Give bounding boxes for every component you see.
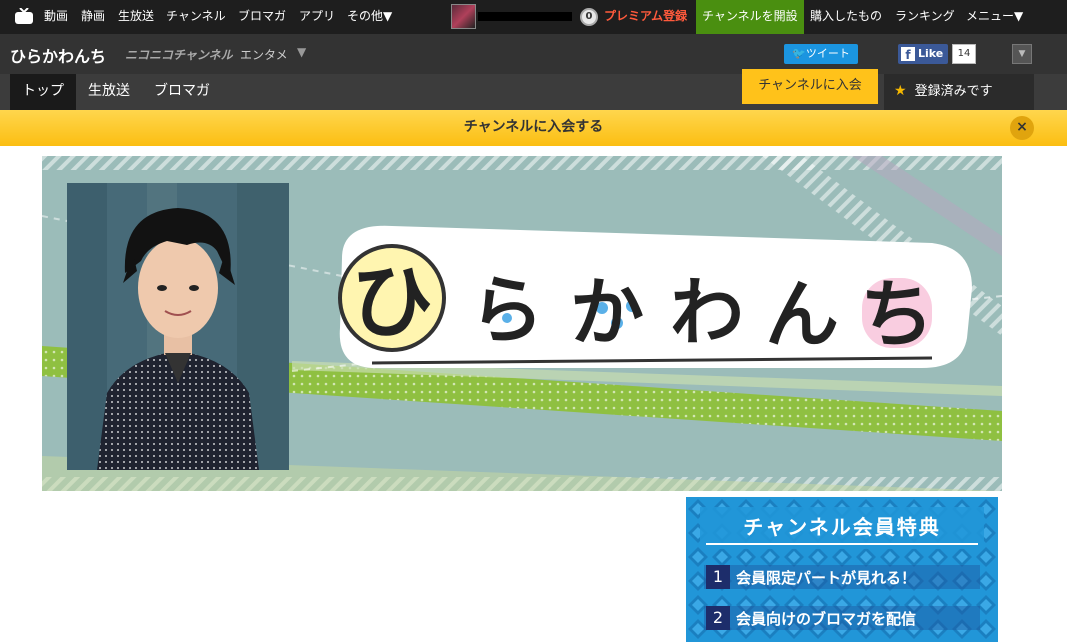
user-avatar[interactable] <box>451 4 476 29</box>
tab-live[interactable]: 生放送 <box>76 74 142 110</box>
star-icon: ★ <box>894 83 907 99</box>
logo-char-3: か <box>570 270 644 356</box>
nav-images[interactable]: 静画 <box>81 0 105 34</box>
category-dropdown-icon[interactable]: ▼ <box>297 45 306 59</box>
profile-photo <box>67 183 289 470</box>
niconico-channel-logo[interactable]: ニコニコチャンネル <box>125 46 233 63</box>
logo-char-4: わ <box>670 270 744 356</box>
points-badge[interactable]: 0 <box>580 8 598 26</box>
registered-label: 登録済みです <box>914 84 993 99</box>
close-icon[interactable]: × <box>1010 116 1034 140</box>
benefits-title: チャンネル会員特典 <box>743 515 941 539</box>
join-channel-banner-text: チャンネルに入会する <box>463 119 604 135</box>
tweet-button[interactable]: 🐦ツイート <box>784 44 858 64</box>
benefit-1-number: 1 <box>706 565 730 589</box>
nav-blomaga[interactable]: ブロマガ <box>238 0 286 34</box>
member-benefits-panel[interactable]: チャンネル会員特典 1 会員限定パートが見れる！ 2 会員向けのブロマガを配信 <box>686 497 998 642</box>
logo-char-5: ん <box>765 272 839 358</box>
benefit-2-number: 2 <box>706 606 730 630</box>
channel-logo: ひ ら か わ ん ち <box>338 225 972 368</box>
like-label: Like <box>918 47 944 60</box>
header-collapse-button[interactable]: ▼ <box>1012 44 1032 64</box>
benefit-2-text: 会員向けのブロマガを配信 <box>736 610 917 628</box>
tab-top[interactable]: トップ <box>10 74 76 110</box>
twitter-bird-icon: 🐦 <box>792 47 806 60</box>
nav-live[interactable]: 生放送 <box>118 0 154 34</box>
nav-channel[interactable]: チャンネル <box>166 0 226 34</box>
nav-other[interactable]: その他▼ <box>347 0 392 34</box>
logo-char-2: ら <box>470 268 544 354</box>
facebook-like-button[interactable]: f Like <box>898 44 948 64</box>
user-name-redacted[interactable] <box>478 12 572 21</box>
join-channel-banner[interactable]: チャンネルに入会する × <box>0 110 1067 146</box>
nav-videos[interactable]: 動画 <box>44 0 68 34</box>
channel-title[interactable]: ひらかわんち <box>10 43 106 67</box>
logo-char-6: ち <box>860 272 934 358</box>
nav-apps[interactable]: アプリ <box>299 0 335 34</box>
purchased-link[interactable]: 購入したもの <box>810 0 882 34</box>
join-channel-button[interactable]: チャンネルに入会 <box>742 69 878 104</box>
channel-header: ひらかわんち ニコニコチャンネル エンタメ ▼ 🐦ツイート f Like 14 ▼ <box>0 34 1067 74</box>
tweet-label: ツイート <box>805 47 850 60</box>
open-channel-link[interactable]: チャンネルを開設 <box>696 0 804 34</box>
premium-link[interactable]: プレミアム登録 <box>604 0 687 34</box>
logo-char-1: ひ <box>351 255 433 350</box>
menu-link[interactable]: メニュー▼ <box>966 0 1023 34</box>
registered-status[interactable]: ★ 登録済みです <box>884 74 1034 110</box>
ranking-link[interactable]: ランキング <box>895 0 955 34</box>
tab-blomaga[interactable]: ブロマガ <box>142 74 222 110</box>
category-label[interactable]: エンタメ <box>240 46 288 63</box>
facebook-icon: f <box>901 47 915 62</box>
channel-banner: ひ ら か わ ん ち <box>42 156 1002 491</box>
benefit-1-text: 会員限定パートが見れる！ <box>736 569 917 587</box>
global-nav: 動画 静画 生放送 チャンネル ブロマガ アプリ その他▼ 0 プレミアム登録 … <box>0 0 1067 34</box>
niconico-tv-icon[interactable] <box>14 8 34 25</box>
like-count: 14 <box>952 44 976 64</box>
